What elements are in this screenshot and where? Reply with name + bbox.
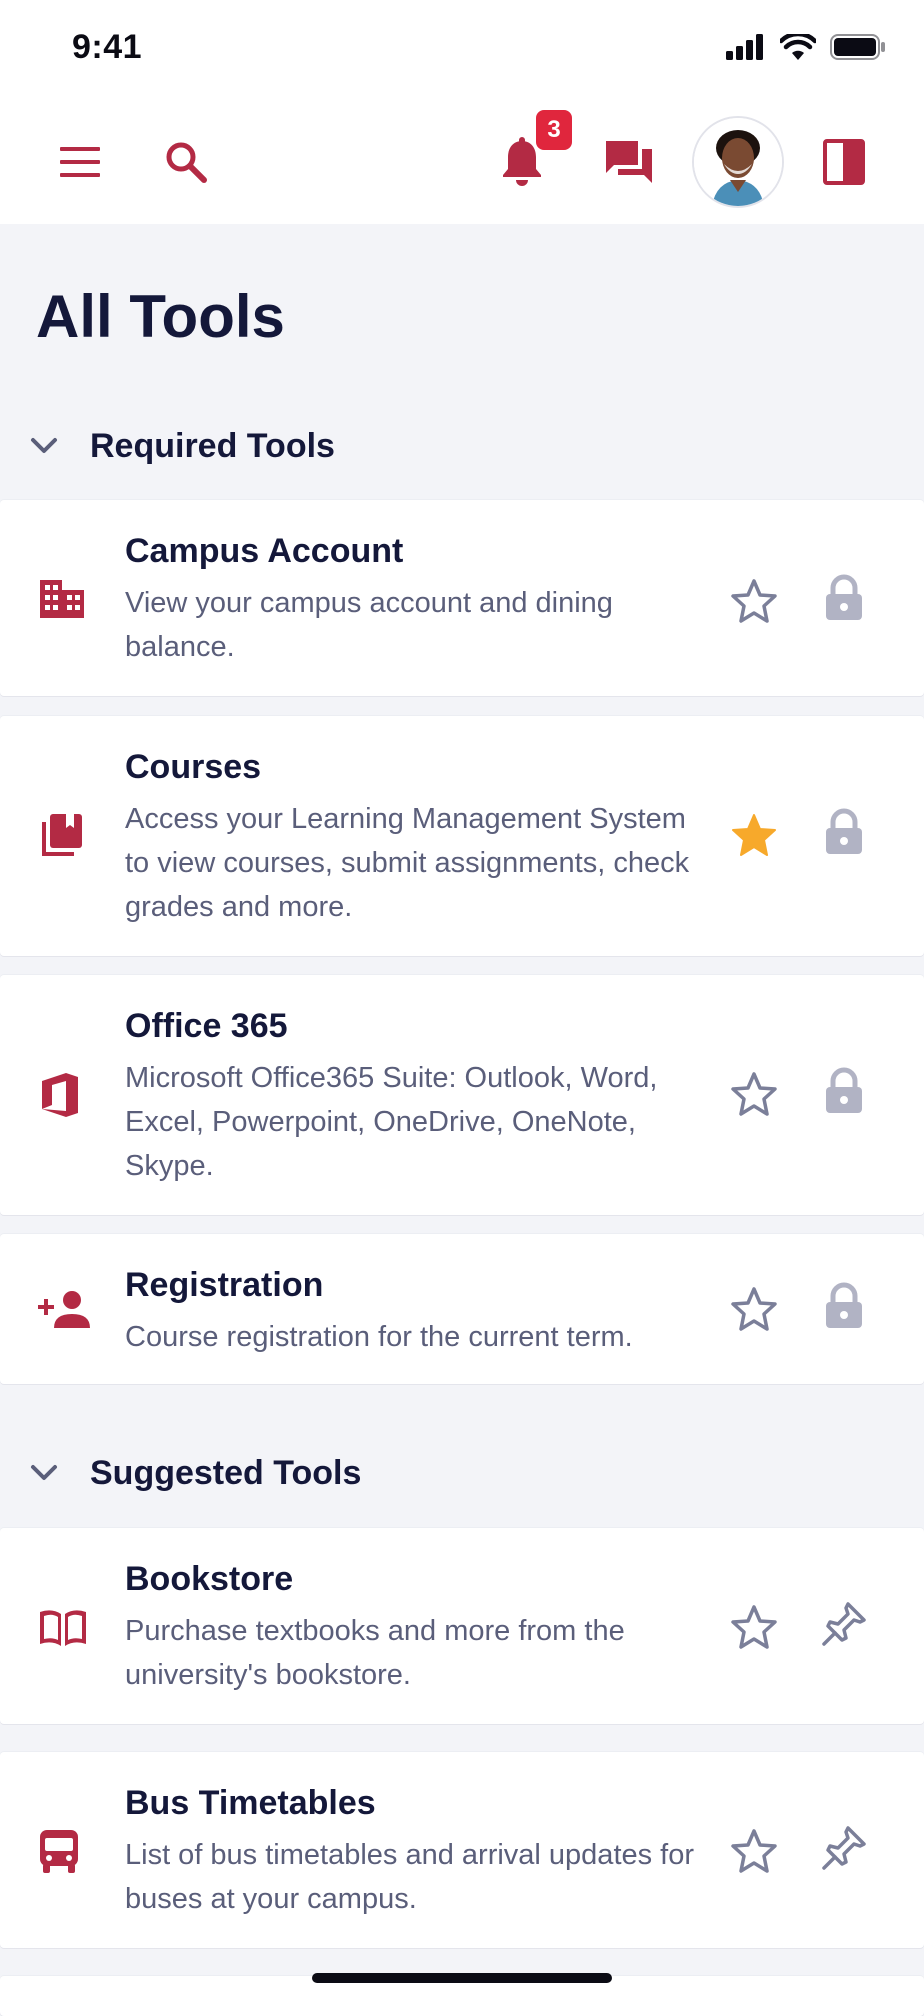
status-icons bbox=[726, 34, 886, 60]
tool-description: Course registration for the current term… bbox=[125, 1321, 633, 1353]
tool-title: Registration bbox=[125, 1266, 324, 1304]
search-button[interactable] bbox=[160, 136, 212, 188]
wifi-icon bbox=[780, 34, 816, 60]
search-icon bbox=[166, 142, 207, 183]
star-outline-icon[interactable] bbox=[730, 1828, 778, 1874]
chevron-down-icon bbox=[31, 438, 57, 453]
chevron-down-icon bbox=[31, 1465, 57, 1480]
lock-icon bbox=[826, 1067, 862, 1113]
section-header-suggested-tools[interactable]: Suggested Tools bbox=[0, 1443, 924, 1503]
star-outline-icon[interactable] bbox=[730, 1286, 778, 1332]
tool-card-campus-account[interactable]: Campus Account View your campus account … bbox=[0, 500, 924, 696]
building-icon bbox=[40, 580, 84, 618]
tool-description: Access your Learning Management System t… bbox=[125, 803, 690, 923]
add-person-icon bbox=[38, 1291, 90, 1328]
tool-title: Courses bbox=[125, 748, 262, 786]
menu-icon bbox=[60, 147, 100, 177]
lock-icon bbox=[826, 1282, 862, 1328]
tool-description: List of bus timetables and arrival updat… bbox=[125, 1839, 695, 1915]
panel-icon bbox=[823, 139, 865, 185]
page-title: All Tools bbox=[36, 283, 285, 350]
pin-icon[interactable] bbox=[820, 1824, 868, 1872]
battery-icon bbox=[830, 34, 885, 60]
user-photo-icon bbox=[694, 118, 782, 206]
star-outline-icon[interactable] bbox=[730, 1071, 778, 1117]
office-icon bbox=[42, 1073, 78, 1117]
star-outline-icon[interactable] bbox=[730, 578, 778, 624]
tool-title: Campus Account bbox=[125, 532, 404, 570]
home-indicator bbox=[312, 1973, 612, 1983]
section-header-required-tools[interactable]: Required Tools bbox=[0, 416, 924, 476]
messages-button[interactable] bbox=[602, 136, 656, 188]
tool-description: View your campus account and dining bala… bbox=[125, 587, 613, 663]
app-header bbox=[0, 100, 924, 224]
status-bar: 9:41 bbox=[0, 0, 924, 100]
tool-card-registration[interactable]: Registration Course registration for the… bbox=[0, 1234, 924, 1384]
pin-icon[interactable] bbox=[820, 1600, 868, 1648]
tool-title: Office 365 bbox=[125, 1007, 288, 1045]
star-filled-icon[interactable] bbox=[730, 812, 778, 858]
lock-icon bbox=[826, 808, 862, 854]
book-stack-icon bbox=[42, 814, 82, 856]
section-label: Suggested Tools bbox=[90, 1453, 362, 1492]
chat-icon bbox=[606, 141, 652, 183]
notification-badge: 3 bbox=[536, 110, 572, 150]
tool-description: Microsoft Office365 Suite: Outlook, Word… bbox=[125, 1062, 658, 1182]
tool-card-bookstore[interactable]: Bookstore Purchase textbooks and more fr… bbox=[0, 1528, 924, 1724]
lock-icon bbox=[826, 574, 862, 620]
star-outline-icon[interactable] bbox=[730, 1604, 778, 1650]
status-time: 9:41 bbox=[72, 28, 143, 66]
panel-toggle-button[interactable] bbox=[818, 136, 870, 188]
tool-title: Bus Timetables bbox=[125, 1784, 376, 1822]
avatar[interactable] bbox=[692, 116, 784, 208]
tool-description: Purchase textbooks and more from the uni… bbox=[125, 1615, 625, 1691]
bus-icon bbox=[40, 1830, 78, 1873]
tool-card-office-365[interactable]: Office 365 Microsoft Office365 Suite: Ou… bbox=[0, 975, 924, 1215]
tool-card-bus-timetables[interactable]: Bus Timetables List of bus timetables an… bbox=[0, 1752, 924, 1948]
tool-title: Bookstore bbox=[125, 1560, 294, 1598]
signal-icon bbox=[726, 34, 763, 60]
section-label: Required Tools bbox=[90, 426, 335, 465]
menu-button[interactable] bbox=[52, 138, 108, 186]
open-book-icon bbox=[40, 1610, 86, 1646]
tool-card-courses[interactable]: Courses Access your Learning Management … bbox=[0, 716, 924, 956]
